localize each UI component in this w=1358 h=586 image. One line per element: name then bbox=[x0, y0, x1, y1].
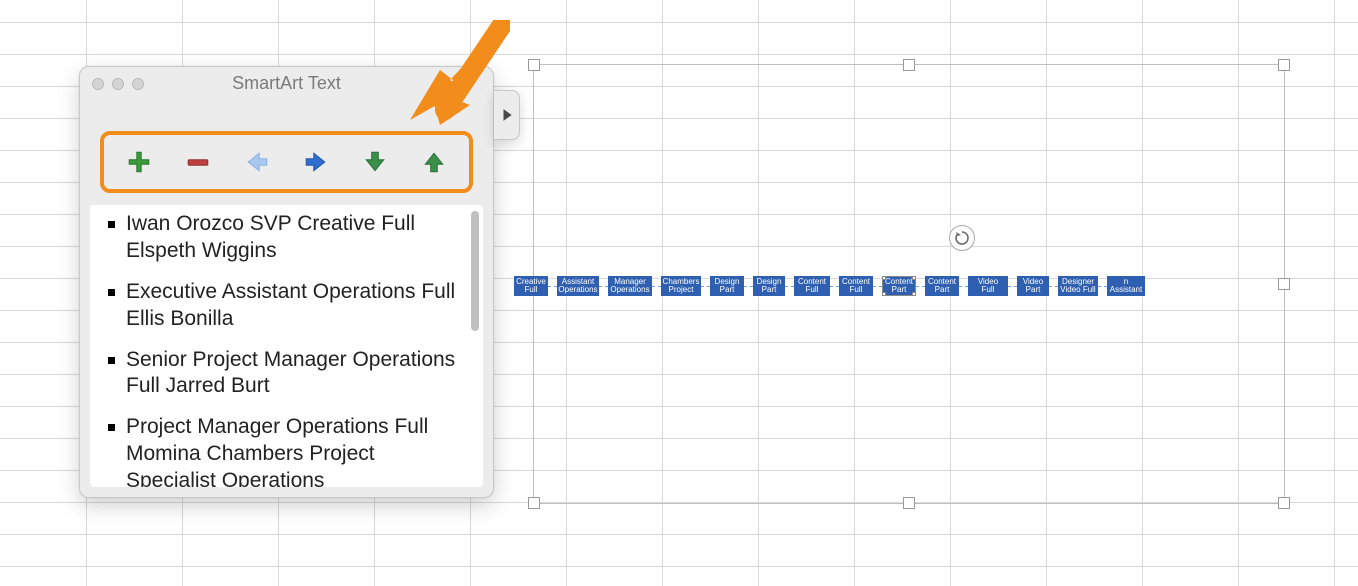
list-item[interactable]: Executive Assistant Operations Full Elli… bbox=[108, 279, 459, 333]
selection-handle[interactable] bbox=[903, 59, 915, 71]
scrollbar-thumb[interactable] bbox=[471, 211, 479, 331]
selection-handle[interactable] bbox=[528, 59, 540, 71]
smartart-node[interactable]: DesignerVideo Full bbox=[1058, 276, 1098, 296]
node-connector bbox=[916, 286, 925, 287]
smartart-node[interactable]: VideoPart bbox=[1017, 276, 1049, 296]
node-connector bbox=[1049, 286, 1058, 287]
demote-button[interactable] bbox=[239, 144, 275, 180]
smartart-node[interactable]: DesignPart bbox=[710, 276, 744, 296]
chevron-right-icon bbox=[501, 108, 513, 122]
selection-handle[interactable] bbox=[1278, 497, 1290, 509]
close-icon[interactable] bbox=[92, 78, 104, 90]
smartart-node[interactable]: ContentFull bbox=[794, 276, 830, 296]
node-selection-handle[interactable] bbox=[895, 276, 903, 277]
minus-icon bbox=[185, 149, 211, 175]
list-item[interactable]: Iwan Orozco SVP Creative Full Elspeth Wi… bbox=[108, 211, 459, 265]
smartart-node[interactable]: ContentPart bbox=[882, 276, 916, 296]
node-selection-handle[interactable] bbox=[895, 295, 903, 296]
move-up-button[interactable] bbox=[416, 144, 452, 180]
list-item[interactable]: Project Manager Operations Full Momina C… bbox=[108, 414, 459, 487]
smartart-node[interactable]: ChambersProject bbox=[661, 276, 701, 296]
smartart-node[interactable]: DesignPart bbox=[753, 276, 785, 296]
arrow-down-icon bbox=[362, 149, 388, 175]
node-selection-handle[interactable] bbox=[882, 276, 886, 280]
smartart-node[interactable]: ManagerOperations bbox=[608, 276, 652, 296]
node-connector bbox=[1098, 286, 1107, 287]
node-selection-handle[interactable] bbox=[882, 283, 883, 291]
smartart-node[interactable]: nAssistant bbox=[1107, 276, 1145, 296]
promote-button[interactable] bbox=[298, 144, 334, 180]
selection-handle[interactable] bbox=[903, 497, 915, 509]
arrow-up-icon bbox=[421, 149, 447, 175]
node-connector bbox=[548, 286, 557, 287]
smartart-toolbar bbox=[100, 131, 473, 193]
rotate-handle[interactable] bbox=[949, 225, 975, 251]
node-selection-handle[interactable] bbox=[915, 283, 916, 291]
smartart-canvas[interactable]: CreativeFullAssistantOperationsManagerOp… bbox=[533, 64, 1285, 504]
pane-scrollbar[interactable] bbox=[469, 205, 483, 487]
smartart-node[interactable]: ContentFull bbox=[839, 276, 873, 296]
node-selection-handle[interactable] bbox=[912, 276, 916, 280]
smartart-node[interactable]: AssistantOperations bbox=[557, 276, 599, 296]
smartart-text-list[interactable]: Iwan Orozco SVP Creative Full Elspeth Wi… bbox=[90, 205, 469, 487]
smartart-node[interactable]: VideoFull bbox=[968, 276, 1008, 296]
node-connector bbox=[1008, 286, 1017, 287]
window-controls bbox=[80, 78, 144, 90]
node-connector bbox=[959, 286, 968, 287]
remove-shape-button[interactable] bbox=[180, 144, 216, 180]
pane-titlebar[interactable]: SmartArt Text bbox=[80, 67, 493, 101]
selection-handle[interactable] bbox=[1278, 59, 1290, 71]
minimize-icon[interactable] bbox=[112, 78, 124, 90]
node-connector bbox=[830, 286, 839, 287]
node-connector bbox=[873, 286, 882, 287]
node-selection-handle[interactable] bbox=[912, 292, 916, 296]
node-connector bbox=[599, 286, 608, 287]
arrow-left-icon bbox=[244, 149, 270, 175]
rotate-icon bbox=[954, 230, 970, 246]
list-item[interactable]: Senior Project Manager Operations Full J… bbox=[108, 347, 459, 401]
selection-handle[interactable] bbox=[528, 497, 540, 509]
zoom-icon[interactable] bbox=[132, 78, 144, 90]
smartart-node[interactable]: ContentPart bbox=[925, 276, 959, 296]
node-connector bbox=[744, 286, 753, 287]
smartart-node-row: CreativeFull AssistantOperations ManagerOp… bbox=[514, 275, 1284, 297]
arrow-right-icon bbox=[303, 149, 329, 175]
collapse-pane-tab[interactable] bbox=[494, 90, 520, 140]
add-shape-button[interactable] bbox=[121, 144, 157, 180]
node-connector bbox=[785, 286, 794, 287]
smartart-text-pane: SmartArt Text bbox=[79, 66, 494, 498]
smartart-node[interactable]: CreativeFull bbox=[514, 276, 548, 296]
move-down-button[interactable] bbox=[357, 144, 393, 180]
node-connector bbox=[701, 286, 710, 287]
node-selection-handle[interactable] bbox=[882, 292, 886, 296]
plus-icon bbox=[126, 149, 152, 175]
node-connector bbox=[652, 286, 661, 287]
pane-body: Iwan Orozco SVP Creative Full Elspeth Wi… bbox=[90, 205, 483, 487]
